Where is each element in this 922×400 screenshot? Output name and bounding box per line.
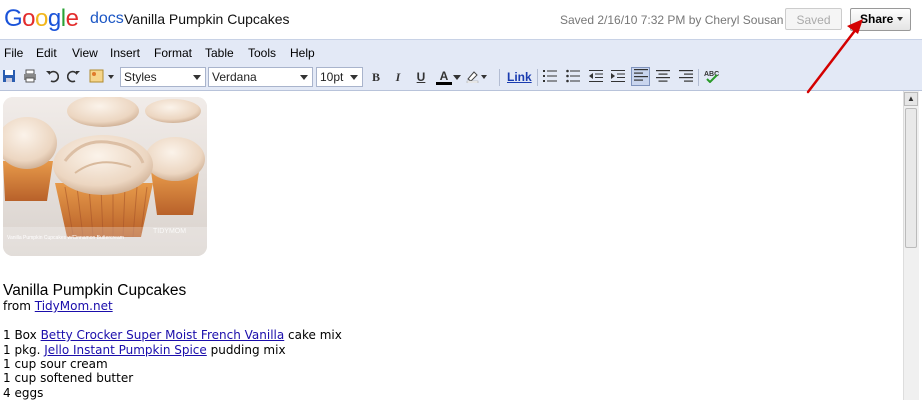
menu-tools[interactable]: Tools xyxy=(248,46,276,60)
insert-image-icon[interactable] xyxy=(89,69,115,85)
redo-icon[interactable] xyxy=(66,69,82,85)
chevron-down-icon[interactable] xyxy=(452,69,462,85)
font-dropdown[interactable]: Verdana xyxy=(208,67,313,87)
spell-check-icon[interactable]: ABC xyxy=(704,69,720,85)
decrease-indent-icon[interactable] xyxy=(588,69,604,85)
menu-file[interactable]: File xyxy=(4,46,23,60)
chevron-down-icon xyxy=(193,75,201,80)
ingredient-line: 1 cup softened butter xyxy=(3,371,133,385)
ingredient-text: 1 cup softened butter xyxy=(3,371,134,385)
align-center-icon[interactable] xyxy=(655,69,671,85)
menu-format[interactable]: Format xyxy=(154,46,192,60)
undo-icon[interactable] xyxy=(44,69,60,85)
ingredient-link[interactable]: Jello Instant Pumpkin Spice xyxy=(44,343,207,357)
italic-button[interactable]: I xyxy=(390,69,406,85)
bold-button[interactable]: B xyxy=(368,69,384,85)
menu-view[interactable]: View xyxy=(72,46,98,60)
text-color-button[interactable]: A xyxy=(436,69,452,85)
ingredient-text: 1 Box xyxy=(3,328,41,342)
menu-bar: File Edit View Insert Format Table Tools… xyxy=(0,39,922,65)
ingredient-text: 1 cup sour cream xyxy=(3,357,108,371)
menu-help[interactable]: Help xyxy=(290,46,315,60)
chevron-down-icon xyxy=(300,75,308,80)
increase-indent-icon[interactable] xyxy=(610,69,626,85)
save-icon[interactable] xyxy=(1,69,17,85)
align-left-button[interactable] xyxy=(631,67,650,86)
styles-dropdown[interactable]: Styles xyxy=(120,67,206,87)
ingredient-text: pudding mix xyxy=(206,343,286,357)
document-title[interactable]: Vanilla Pumpkin Cupcakes xyxy=(124,11,290,27)
underline-button[interactable]: U xyxy=(413,69,429,85)
google-logo[interactable]: Google xyxy=(4,5,79,33)
svg-text:ABC: ABC xyxy=(704,71,719,78)
ingredient-line: 1 cup sour cream xyxy=(3,357,108,371)
print-icon[interactable] xyxy=(22,69,38,85)
font-size-value: 10pt xyxy=(320,70,344,84)
font-value: Verdana xyxy=(212,70,257,84)
source-line: from TidyMom.net xyxy=(3,299,113,313)
link-button[interactable]: Link xyxy=(507,70,532,84)
scroll-up-icon[interactable]: ▲ xyxy=(904,92,918,106)
styles-value: Styles xyxy=(124,70,157,84)
scrollbar-thumb[interactable] xyxy=(905,108,917,248)
saved-status: Saved 2/16/10 7:32 PM by Cheryl Sousan xyxy=(560,13,784,27)
chevron-down-icon xyxy=(897,17,904,21)
toolbar-divider xyxy=(499,69,500,86)
menu-edit[interactable]: Edit xyxy=(36,46,57,60)
ingredient-line: 4 eggs xyxy=(3,386,43,400)
bulleted-list-icon[interactable] xyxy=(565,69,581,85)
align-right-icon[interactable] xyxy=(678,69,694,85)
ingredient-link[interactable]: Betty Crocker Super Moist French Vanilla xyxy=(41,328,285,342)
product-name[interactable]: docs xyxy=(90,10,124,28)
ingredient-text: cake mix xyxy=(284,328,342,342)
annotation-arrow-icon xyxy=(806,19,863,94)
chevron-down-icon xyxy=(350,75,358,80)
numbered-list-icon[interactable] xyxy=(542,69,558,85)
ingredient-line: 1 pkg. Jello Instant Pumpkin Spice puddi… xyxy=(3,343,286,357)
source-link[interactable]: TidyMom.net xyxy=(35,299,113,313)
toolbar: Styles Verdana 10pt B I U A Link ABC xyxy=(0,65,922,91)
menu-insert[interactable]: Insert xyxy=(110,46,140,60)
ingredient-text: 4 eggs xyxy=(3,386,44,400)
recipe-heading: Vanilla Pumpkin Cupcakes xyxy=(3,282,187,299)
highlight-color-icon[interactable] xyxy=(466,69,488,85)
cupcake-photo[interactable]: Vanilla Pumpkin Cupcakes w/Cinnamon Butt… xyxy=(3,97,207,256)
source-label: from xyxy=(3,299,35,313)
ingredient-text: 1 pkg. xyxy=(3,343,45,357)
toolbar-divider xyxy=(537,69,538,86)
toolbar-divider xyxy=(698,69,699,86)
ingredient-line: 1 Box Betty Crocker Super Moist French V… xyxy=(3,328,342,342)
photo-caption: Vanilla Pumpkin Cupcakes w/Cinnamon Butt… xyxy=(7,235,124,241)
font-size-dropdown[interactable]: 10pt xyxy=(316,67,363,87)
photo-watermark: TIDYMOM xyxy=(153,228,186,235)
menu-table[interactable]: Table xyxy=(205,46,234,60)
